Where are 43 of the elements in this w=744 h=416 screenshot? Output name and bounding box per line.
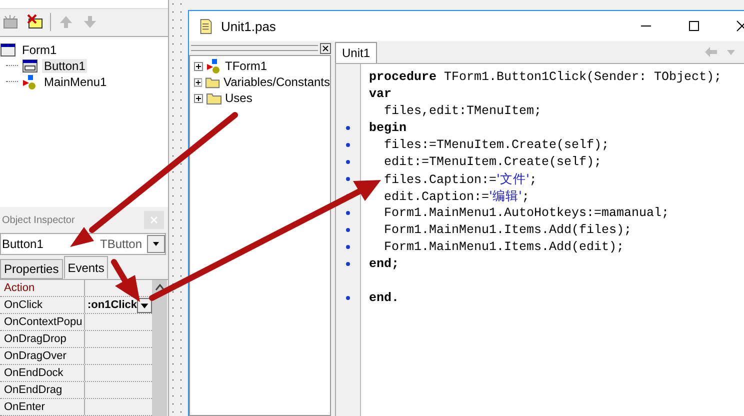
code-line: end. bbox=[369, 291, 400, 305]
code-line: begin bbox=[369, 121, 407, 135]
component-icon[interactable] bbox=[2, 13, 20, 32]
tree-item[interactable]: Uses bbox=[225, 91, 252, 105]
tree-item[interactable]: MainMenu1 bbox=[42, 74, 109, 89]
tree-item[interactable]: Form1 bbox=[20, 42, 59, 57]
menu-component-icon bbox=[22, 74, 38, 90]
code-line: files.Caption:='文件'; bbox=[383, 173, 537, 187]
code-line: files:=TMenuItem.Create(self); bbox=[383, 138, 610, 152]
code-line: procedure TForm1.Button1Click(Sender: TObject); bbox=[369, 70, 722, 84]
delete-icon[interactable] bbox=[26, 13, 44, 32]
annotation-arrow bbox=[111, 259, 140, 302]
expand-icon[interactable] bbox=[194, 94, 203, 102]
inspector-tab[interactable]: Properties bbox=[0, 259, 63, 279]
code-line: end; bbox=[369, 257, 400, 271]
code-line: Form1.MainMenu1.Items.Add(edit); bbox=[383, 240, 624, 254]
code-line: edit:=TMenuItem.Create(self); bbox=[383, 155, 602, 169]
panel-title: Object Inspector bbox=[2, 214, 75, 226]
expand-icon[interactable] bbox=[194, 62, 203, 70]
scrollbar[interactable] bbox=[152, 280, 167, 416]
object-selector[interactable]: Button1 TButton bbox=[0, 233, 166, 255]
inspector-tab[interactable]: Events bbox=[64, 256, 108, 279]
code-line: var bbox=[369, 87, 392, 101]
file-tab[interactable]: Unit1 bbox=[335, 42, 378, 63]
class-icon bbox=[206, 58, 222, 74]
button-icon bbox=[22, 58, 38, 74]
code-line: Form1.MainMenu1.Items.Add(files); bbox=[383, 223, 632, 237]
maximize-icon[interactable] bbox=[688, 20, 700, 32]
dropdown-icon[interactable] bbox=[147, 235, 165, 253]
expand-icon[interactable] bbox=[194, 78, 202, 86]
file-icon bbox=[199, 18, 213, 34]
window-title: Unit1.pas bbox=[221, 18, 276, 34]
code-line: Form1.MainMenu1.AutoHotkeys:=mamanual; bbox=[383, 206, 670, 220]
close-icon[interactable] bbox=[320, 42, 331, 54]
scroll-up-icon[interactable] bbox=[154, 283, 164, 291]
tree-item[interactable]: Button1 bbox=[42, 58, 88, 73]
code-line: edit.Caption:='编辑'; bbox=[383, 190, 530, 204]
form-icon bbox=[0, 42, 16, 58]
tree-item[interactable]: Variables/Constants bbox=[224, 75, 330, 89]
event-value[interactable]: :on1Click bbox=[87, 299, 137, 311]
code-line: files,edit:TMenuItem; bbox=[383, 104, 542, 118]
dropdown-icon[interactable] bbox=[137, 298, 152, 312]
tree-item[interactable]: TForm1 bbox=[225, 59, 267, 73]
